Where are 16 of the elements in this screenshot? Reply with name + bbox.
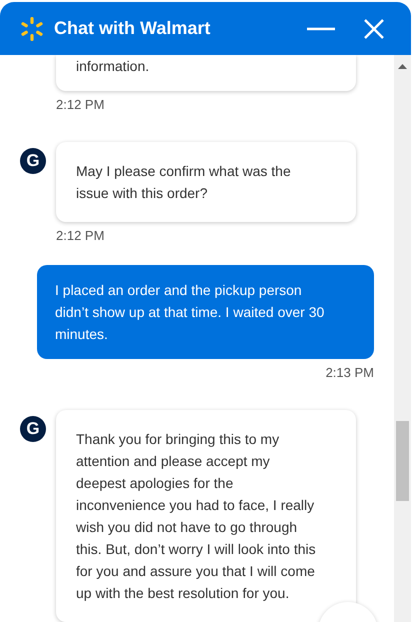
agent-avatar: G (20, 148, 46, 174)
message-time: 2:12 PM (56, 228, 106, 243)
agent-message: information. (56, 55, 356, 91)
minimize-button[interactable] (307, 26, 335, 30)
agent-avatar: G (20, 416, 46, 442)
scrollbar[interactable] (394, 55, 411, 622)
agent-message: Thank you for bringing this to my attention and please accept my deepest apologies for the inconvenience you had to face, I really wish you did not have to go through this. But, don’t worry I will look into this for you and assure you that I will come up with the best resolution for you. (56, 410, 356, 622)
window-title: Chat with Walmart (54, 18, 212, 39)
spark-logo-icon (20, 16, 44, 42)
user-message: I placed an order and the pickup person didn’t show up at that time. I waited over 30 minutes. (37, 265, 374, 359)
close-button[interactable] (363, 18, 385, 40)
agent-message: May I please confirm what was the issue with this order? (56, 142, 356, 222)
scroll-up-icon[interactable] (398, 64, 407, 69)
scrollbar-thumb[interactable] (396, 421, 409, 501)
message-time: 2:12 PM (56, 97, 106, 112)
message-time: 2:13 PM (326, 365, 374, 380)
